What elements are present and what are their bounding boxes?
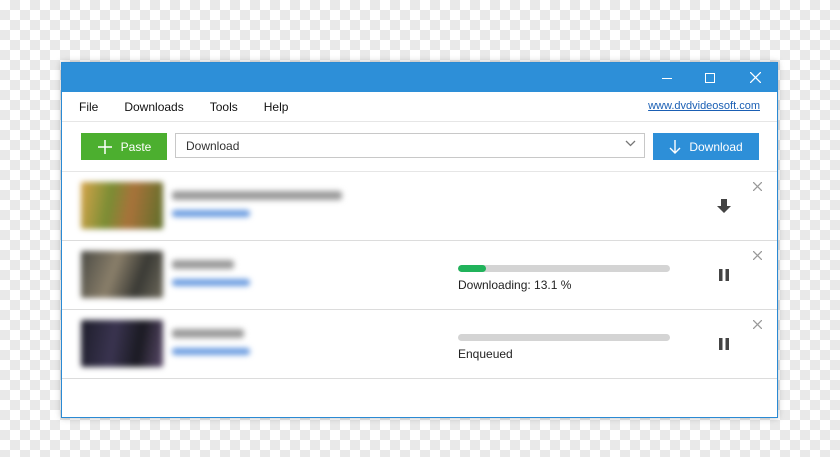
paste-button-label: Paste [120,139,152,154]
video-thumbnail [81,182,163,229]
video-thumbnail [81,320,163,367]
title-bar[interactable] [62,63,777,92]
video-title-blurred [172,329,244,338]
pause-icon [719,269,729,281]
download-button-label: Download [689,139,743,154]
download-done-button[interactable] [714,197,734,215]
close-icon [752,319,762,329]
arrow-down-icon [669,139,681,154]
paste-button[interactable]: Paste [81,133,167,160]
download-status: Downloading: 13.1 % [458,278,572,292]
format-link-blurred [172,348,250,355]
minimize-icon [662,77,672,79]
download-arrow-icon [717,199,731,213]
close-icon [752,250,762,260]
download-button[interactable]: Download [653,133,759,160]
download-status: Enqueued [458,347,513,361]
progress-fill [458,265,486,272]
pause-icon [719,338,729,350]
url-input[interactable] [175,133,645,158]
format-link-blurred [172,210,250,217]
video-title-blurred [172,260,234,269]
video-thumbnail [81,251,163,298]
list-item[interactable]: Downloading: 13.1 % [62,241,777,310]
download-list: Downloading: 13.1 % Enqueued [62,172,777,379]
website-link[interactable]: www.dvdvideosoft.com [648,100,760,112]
chevron-down-icon[interactable] [625,140,636,147]
menu-help[interactable]: Help [264,100,289,114]
maximize-button[interactable] [690,63,730,92]
menu-tools[interactable]: Tools [210,100,238,114]
progress-bar [458,265,670,272]
video-title-blurred [172,191,342,200]
remove-item-button[interactable] [751,249,763,261]
plus-icon [97,139,112,154]
toolbar: Paste Download [62,122,777,172]
list-item[interactable]: Enqueued [62,310,777,379]
format-link-blurred [172,279,250,286]
menu-bar: File Downloads Tools Help www.dvdvideoso… [62,92,777,122]
close-icon [749,72,761,83]
remove-item-button[interactable] [751,318,763,330]
menu-file[interactable]: File [79,100,98,114]
minimize-button[interactable] [647,63,687,92]
pause-button[interactable] [714,335,734,353]
close-window-button[interactable] [735,63,775,92]
remove-item-button[interactable] [751,180,763,192]
close-icon [752,181,762,191]
progress-bar [458,334,670,341]
maximize-icon [705,72,715,83]
app-window: File Downloads Tools Help www.dvdvideoso… [61,62,778,418]
list-item[interactable] [62,172,777,241]
menu-downloads[interactable]: Downloads [124,100,183,114]
pause-button[interactable] [714,266,734,284]
